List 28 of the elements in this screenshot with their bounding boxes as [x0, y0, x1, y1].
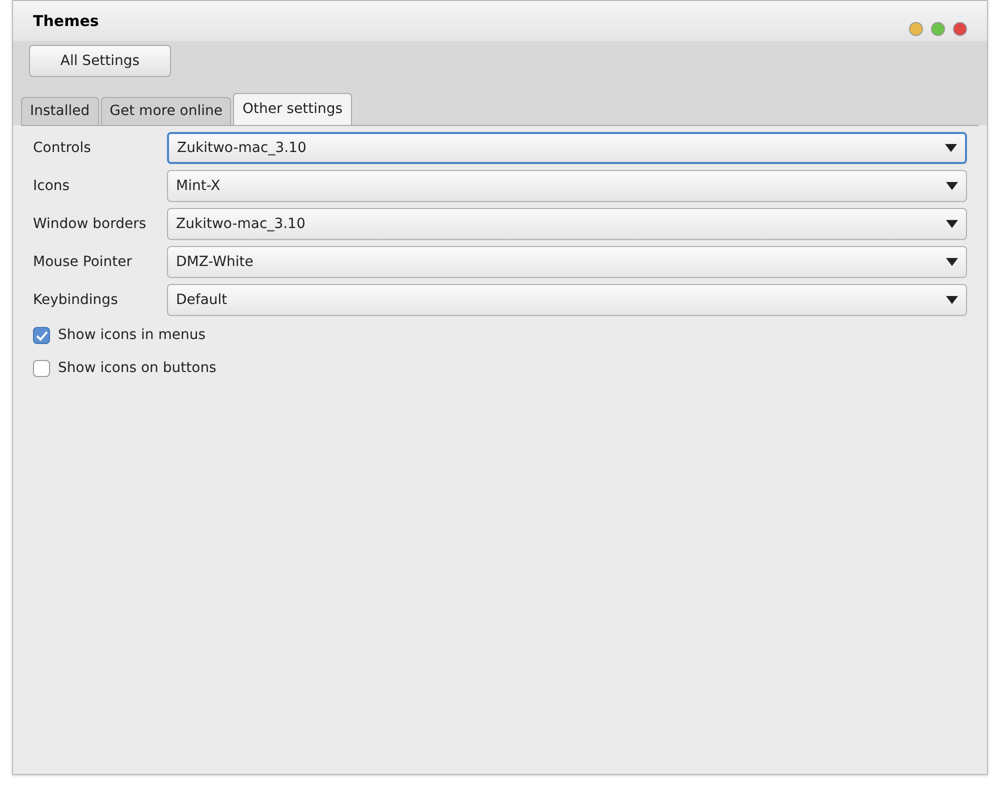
setting-label: Mouse Pointer [33, 252, 134, 272]
checkbox-label: Show icons in menus [58, 326, 206, 345]
dropdown-arrow-icon [946, 258, 958, 266]
checkbox-label: Show icons on buttons [58, 359, 216, 378]
setting-label: Icons [33, 176, 71, 196]
dropdown-arrow-icon [946, 220, 958, 228]
tab[interactable]: Get more online [100, 97, 232, 125]
setting-label: Window borders [33, 214, 148, 234]
window-title: Themes [33, 10, 99, 32]
all-settings-button[interactable]: All Settings [29, 45, 171, 77]
maximize-button[interactable] [931, 22, 945, 36]
theme-dropdown[interactable]: DMZ-White [167, 246, 967, 278]
checkmark-icon [36, 330, 48, 340]
dropdown-arrow-icon [946, 182, 958, 190]
tab[interactable]: Installed [21, 97, 99, 125]
checkbox[interactable] [33, 360, 50, 377]
checkbox[interactable] [33, 327, 50, 344]
dropdown-arrow-icon [945, 144, 957, 152]
theme-dropdown[interactable]: Zukitwo-mac_3.10 [167, 208, 967, 240]
setting-label: Keybindings [33, 290, 119, 310]
theme-dropdown[interactable]: Zukitwo-mac_3.10 [167, 132, 967, 164]
minimize-button[interactable] [909, 22, 923, 36]
theme-dropdown[interactable]: Mint-X [167, 170, 967, 202]
close-button[interactable] [953, 22, 967, 36]
theme-dropdown[interactable]: Default [167, 284, 967, 316]
setting-label: Controls [33, 138, 92, 158]
dropdown-arrow-icon [946, 296, 958, 304]
tab[interactable]: Other settings [233, 93, 352, 125]
